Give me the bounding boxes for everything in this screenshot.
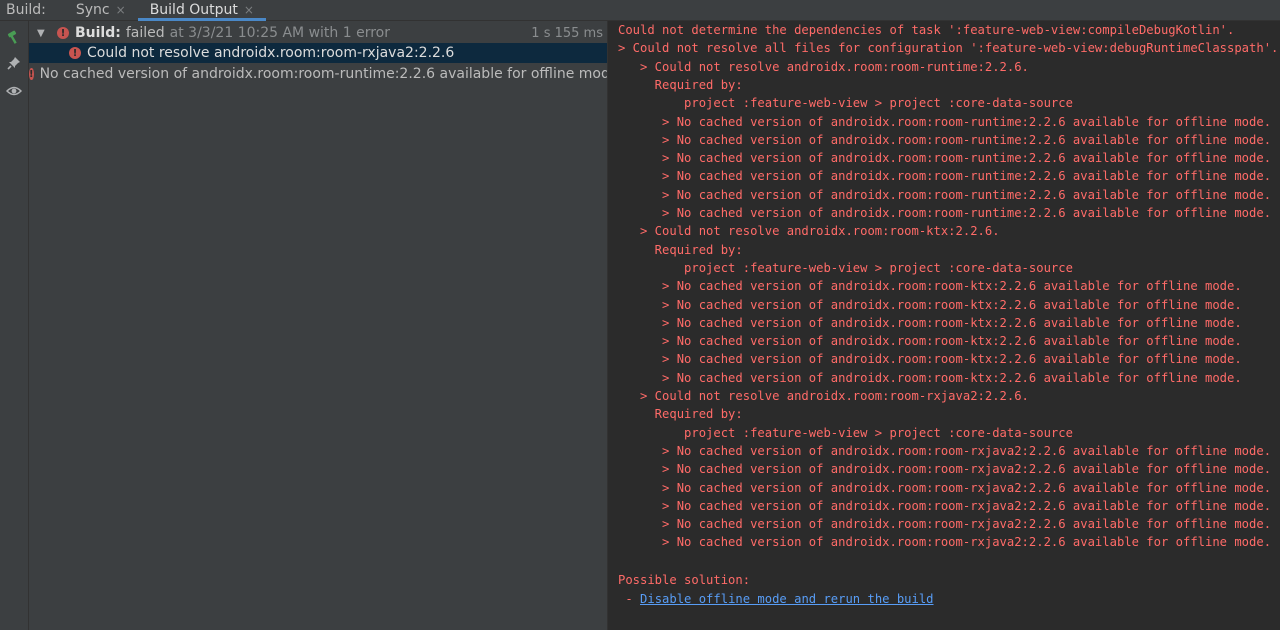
console-line: > No cached version of androidx.room:roo…	[618, 443, 1272, 458]
tree-row-build-root[interactable]: ▼ ! Build: failed at 3/3/21 10:25 AM wit…	[29, 23, 607, 43]
console-line: > No cached version of androidx.room:roo…	[618, 535, 1272, 550]
build-prefix: Build:	[75, 25, 121, 41]
console-line: project :feature-web-view > project :cor…	[618, 96, 1073, 111]
console-line: > No cached version of androidx.room:roo…	[618, 114, 1272, 129]
console-line: > No cached version of androidx.room:roo…	[618, 370, 1242, 385]
console-line: Required by:	[618, 407, 743, 422]
console-line: > Could not resolve androidx.room:room-r…	[618, 59, 1029, 74]
tab-bar: Build: Sync × Build Output ×	[0, 0, 1280, 21]
error-icon: !	[29, 68, 34, 80]
pin-icon[interactable]	[4, 53, 24, 73]
console-line: > No cached version of androidx.room:roo…	[618, 279, 1242, 294]
console-output[interactable]: Could not determine the dependencies of …	[608, 21, 1280, 630]
console-line: > No cached version of androidx.room:roo…	[618, 169, 1272, 184]
tab-build-output-label: Build Output	[149, 2, 238, 18]
build-tool-window: Build: Sync × Build Output × ▼ ! Build: …	[0, 0, 1280, 630]
chevron-down-icon[interactable]: ▼	[37, 28, 51, 39]
build-label: Build:	[6, 2, 46, 18]
build-tree: ▼ ! Build: failed at 3/3/21 10:25 AM wit…	[29, 21, 608, 630]
console-line: Could not determine the dependencies of …	[618, 23, 1235, 37]
console-line: > No cached version of androidx.room:roo…	[618, 206, 1272, 220]
console-line: > No cached version of androidx.room:roo…	[618, 151, 1272, 166]
console-line: > No cached version of androidx.room:roo…	[618, 334, 1242, 349]
eye-icon[interactable]	[4, 81, 24, 101]
tab-sync[interactable]: Sync ×	[64, 0, 138, 20]
build-status: failed	[125, 25, 165, 41]
console-line: project :feature-web-view > project :cor…	[618, 425, 1073, 440]
solution-bullet: -	[618, 591, 641, 606]
console-line: > Could not resolve androidx.room:room-k…	[618, 224, 1000, 239]
console-line: > Could not resolve all files for config…	[618, 41, 1279, 56]
side-toolbar	[0, 21, 29, 630]
console-line: > No cached version of androidx.room:roo…	[618, 517, 1272, 532]
console-line: > Could not resolve androidx.room:room-r…	[618, 389, 1029, 403]
console-line: > No cached version of androidx.room:roo…	[618, 352, 1242, 367]
build-detail: at 3/3/21 10:25 AM with 1 error	[169, 25, 390, 41]
console-line: > No cached version of androidx.room:roo…	[618, 498, 1272, 513]
console-line: > No cached version of androidx.room:roo…	[618, 462, 1272, 477]
tab-build-output[interactable]: Build Output ×	[137, 0, 267, 21]
hammer-icon[interactable]	[4, 27, 24, 47]
console-line: > No cached version of androidx.room:roo…	[618, 187, 1272, 202]
tree-row[interactable]: ! No cached version of androidx.room:roo…	[29, 64, 607, 84]
tree-row-label: Could not resolve androidx.room:room-rxj…	[87, 45, 455, 61]
build-duration: 1 s 155 ms	[531, 25, 603, 41]
close-icon[interactable]: ×	[244, 3, 254, 17]
console-line: project :feature-web-view > project :cor…	[618, 260, 1073, 275]
console-line: > No cached version of androidx.room:roo…	[618, 132, 1272, 147]
possible-solution-title: Possible solution:	[618, 573, 751, 587]
close-icon[interactable]: ×	[116, 3, 126, 17]
error-icon: !	[69, 47, 81, 59]
tree-row-label: No cached version of androidx.room:room-…	[39, 66, 608, 82]
console-line: > No cached version of androidx.room:roo…	[618, 480, 1272, 495]
console-line: Required by:	[618, 77, 743, 92]
tree-row[interactable]: ! Could not resolve androidx.room:room-r…	[29, 43, 607, 63]
console-line: > No cached version of androidx.room:roo…	[618, 297, 1242, 312]
console-line: > No cached version of androidx.room:roo…	[618, 315, 1242, 330]
solution-row: - Disable offline mode and rerun the bui…	[618, 591, 934, 610]
console-line: Required by:	[618, 242, 743, 257]
disable-offline-mode-link[interactable]: Disable offline mode and rerun the build	[640, 592, 934, 606]
error-icon: !	[57, 27, 69, 39]
tab-sync-label: Sync	[75, 2, 110, 18]
